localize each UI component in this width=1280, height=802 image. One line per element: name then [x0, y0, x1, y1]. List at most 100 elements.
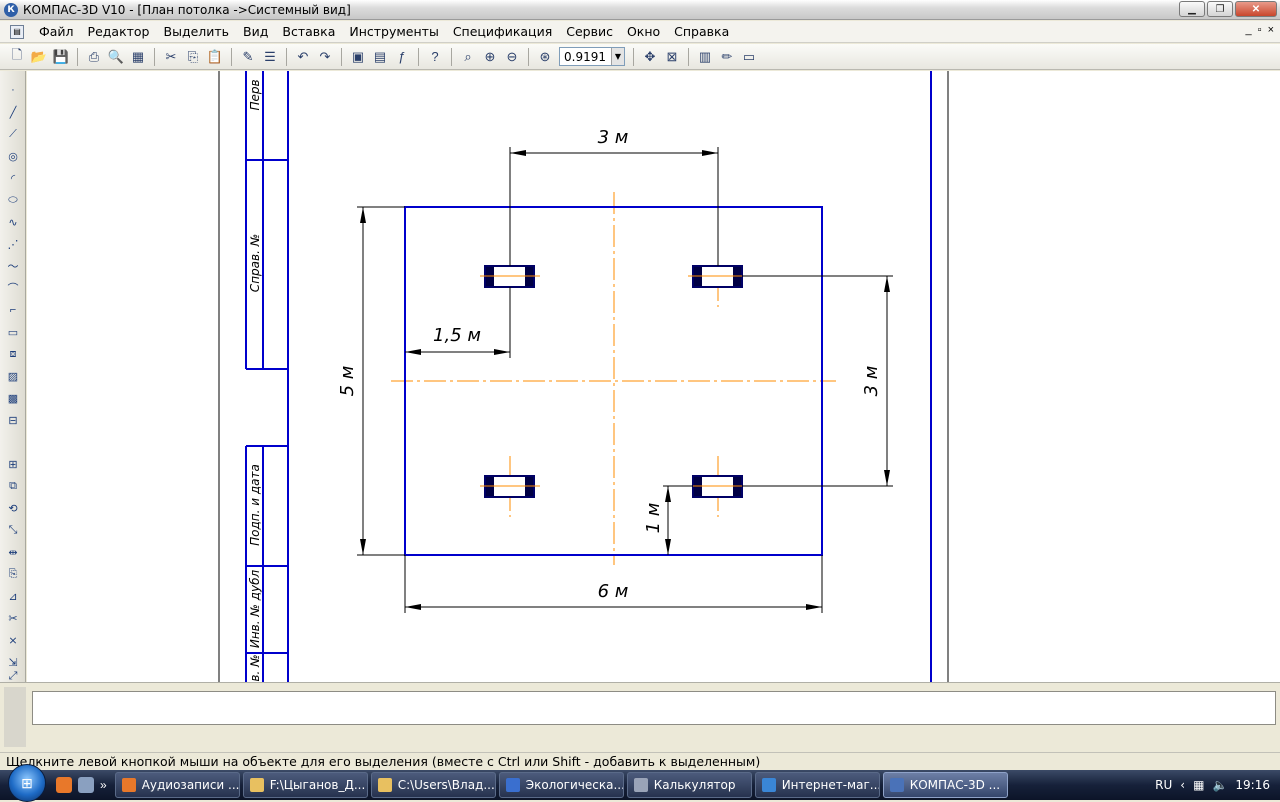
network-icon[interactable]: ▦: [1193, 778, 1204, 792]
menu-specification[interactable]: Спецификация: [446, 24, 559, 39]
spline-icon[interactable]: ∿: [3, 213, 23, 231]
save-icon[interactable]: 💾: [50, 46, 72, 68]
ellipse-icon[interactable]: ⬭: [3, 191, 23, 209]
copy-icon[interactable]: ⎘: [182, 46, 204, 68]
fill-icon[interactable]: ▩: [3, 389, 23, 407]
maximize-button[interactable]: ❐: [1207, 1, 1233, 17]
point-icon[interactable]: ·: [3, 81, 23, 99]
volume-icon[interactable]: 🔈: [1212, 778, 1227, 792]
task-folder-tsyganov[interactable]: F:\Цыганов_Д...: [242, 772, 368, 798]
redo-icon[interactable]: ↷: [314, 46, 336, 68]
panel-icon[interactable]: ▭: [738, 46, 760, 68]
lamp-fixture[interactable]: [688, 475, 748, 498]
zoom-in-icon[interactable]: ⊕: [479, 46, 501, 68]
language-indicator[interactable]: RU: [1155, 778, 1172, 792]
menu-file[interactable]: Файл: [32, 24, 81, 39]
scale-icon[interactable]: ⤡: [3, 521, 23, 539]
close-button[interactable]: ✕: [1235, 1, 1277, 17]
zoom-scale-field[interactable]: 0.9191 ▼: [559, 47, 625, 66]
open-icon[interactable]: 📂: [28, 46, 50, 68]
doc-close-button[interactable]: ×: [1268, 24, 1274, 36]
property-field[interactable]: [32, 691, 1276, 725]
move-icon[interactable]: ⧉: [3, 477, 23, 495]
polyline-icon[interactable]: ⋰: [3, 235, 23, 253]
rectangle-icon[interactable]: ▭: [3, 323, 23, 341]
mirror-icon[interactable]: ⇹: [3, 543, 23, 561]
brush-icon[interactable]: ✏: [716, 46, 738, 68]
lamp-fixture[interactable]: [688, 265, 748, 288]
manager-icon[interactable]: ▤: [369, 46, 391, 68]
document-menu-icon[interactable]: ▤: [10, 24, 24, 39]
menu-view[interactable]: Вид: [236, 24, 275, 39]
dim-left-offset[interactable]: 1,5 м: [433, 325, 481, 346]
chevron-right-icon[interactable]: »: [100, 778, 107, 792]
task-folder-users[interactable]: C:\Users\Влад...: [370, 772, 496, 798]
fillet-icon[interactable]: ⌒: [3, 279, 23, 297]
dim-icon[interactable]: ⊟: [3, 411, 23, 429]
drawing-canvas[interactable]: Перв Справ. № Подп. и дата Инв. № дубл в…: [27, 71, 1280, 682]
deform-icon[interactable]: ⊿: [3, 587, 23, 605]
lamp-fixture[interactable]: [480, 265, 540, 288]
firefox-icon[interactable]: [56, 777, 72, 793]
function-icon[interactable]: ƒ: [391, 46, 413, 68]
paste-icon[interactable]: 📋: [204, 46, 226, 68]
task-kompas[interactable]: КОМПАС-3D ...: [882, 772, 1008, 798]
edit-icon[interactable]: ⊞: [3, 455, 23, 473]
drawing-svg[interactable]: Перв Справ. № Подп. и дата Инв. № дубл в…: [27, 71, 1280, 682]
chevron-down-icon[interactable]: ▼: [611, 48, 624, 65]
arc-icon[interactable]: ◜: [3, 169, 23, 187]
segment-icon[interactable]: ⟋: [3, 125, 23, 143]
task-calculator[interactable]: Калькулятор: [626, 772, 752, 798]
zoom-out-icon[interactable]: ⊖: [501, 46, 523, 68]
dim-height[interactable]: 5 м: [337, 366, 358, 397]
trim-icon[interactable]: ✂: [3, 609, 23, 627]
task-ie-shop[interactable]: Интернет-маг...: [754, 772, 880, 798]
rotate-icon[interactable]: ⟲: [3, 499, 23, 517]
bezier-icon[interactable]: 〜: [3, 257, 23, 275]
menu-edit[interactable]: Редактор: [81, 24, 157, 39]
chevron-left-icon[interactable]: ‹: [1180, 778, 1185, 792]
doc-minimize-button[interactable]: _: [1246, 24, 1252, 36]
new-document-icon[interactable]: 🗋: [6, 46, 28, 68]
cut-icon[interactable]: ✂: [160, 46, 182, 68]
menu-window[interactable]: Окно: [620, 24, 667, 39]
layers-icon[interactable]: ▥: [694, 46, 716, 68]
dim-width[interactable]: 6 м: [598, 581, 629, 602]
menu-tools[interactable]: Инструменты: [342, 24, 445, 39]
hatch-icon[interactable]: ▨: [3, 367, 23, 385]
clock[interactable]: 19:16: [1235, 778, 1270, 792]
show-desktop-icon[interactable]: [78, 777, 94, 793]
variables-icon[interactable]: ▣: [347, 46, 369, 68]
list-icon[interactable]: ☰: [259, 46, 281, 68]
lamp-fixture[interactable]: [480, 475, 540, 498]
menu-select[interactable]: Выделить: [157, 24, 237, 39]
circle-icon[interactable]: ◎: [3, 147, 23, 165]
print-icon[interactable]: ⎙: [83, 46, 105, 68]
doc-restore-button[interactable]: ▫: [1258, 24, 1262, 36]
print-preview-icon[interactable]: 🔍: [105, 46, 127, 68]
copy-tool-icon[interactable]: ⎘: [3, 565, 23, 583]
properties-icon[interactable]: ✎: [237, 46, 259, 68]
minimize-button[interactable]: ▁: [1179, 1, 1205, 17]
undo-icon[interactable]: ↶: [292, 46, 314, 68]
task-word-ecology[interactable]: Экологическа...: [498, 772, 624, 798]
task-audio[interactable]: Аудиозаписи ...: [114, 772, 240, 798]
dim-bottom-offset[interactable]: 1 м: [643, 503, 664, 534]
dim-right-spacing[interactable]: 3 м: [861, 366, 882, 397]
pan-icon[interactable]: ✥: [639, 46, 661, 68]
zoom-scale-icon[interactable]: ⊛: [534, 46, 556, 68]
contour-icon[interactable]: ⧈: [3, 345, 23, 363]
menu-help[interactable]: Справка: [667, 24, 736, 39]
help-icon[interactable]: ?: [424, 46, 446, 68]
panel-scrollbar[interactable]: [4, 687, 26, 747]
break-icon[interactable]: ⨯: [3, 631, 23, 649]
chamfer-icon[interactable]: ⌐: [3, 301, 23, 319]
preview-icon[interactable]: ▦: [127, 46, 149, 68]
dim-top-spacing[interactable]: 3 м: [598, 127, 629, 148]
zoom-icon[interactable]: ⌕: [457, 46, 479, 68]
line-icon[interactable]: ╱: [3, 103, 23, 121]
menu-service[interactable]: Сервис: [559, 24, 620, 39]
menu-insert[interactable]: Вставка: [275, 24, 342, 39]
fit-icon[interactable]: ⊠: [661, 46, 683, 68]
start-button[interactable]: ⊞: [8, 764, 46, 802]
